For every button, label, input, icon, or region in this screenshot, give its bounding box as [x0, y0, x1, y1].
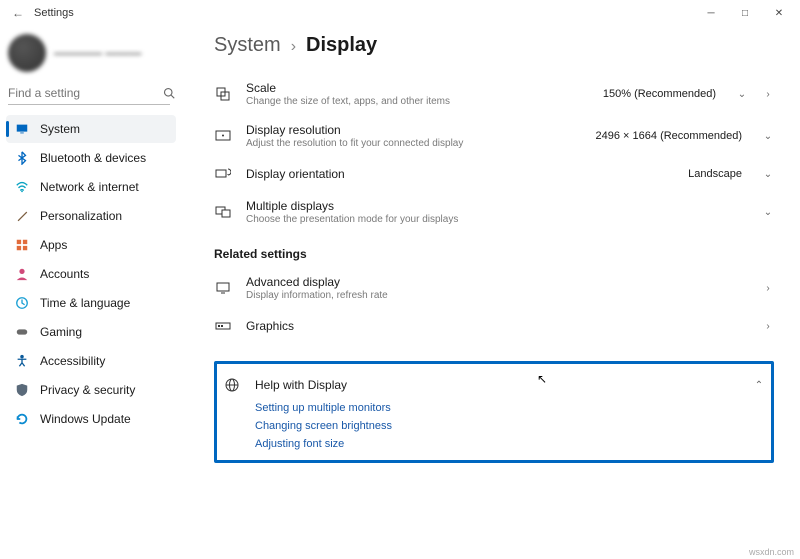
minimize-button[interactable]: ─ [694, 0, 728, 26]
chevron-down-icon[interactable]: ⌄ [736, 89, 748, 100]
monitor-icon [214, 279, 232, 297]
shield-icon [14, 382, 30, 398]
multi-title: Multiple displays [246, 199, 748, 213]
chevron-right-icon[interactable]: › [762, 89, 774, 100]
orientation-value: Landscape [688, 168, 742, 180]
chevron-right-icon[interactable]: › [762, 321, 774, 332]
profile-block[interactable]: ———— ——— [6, 30, 176, 80]
row-multiple-displays[interactable]: Multiple displays Choose the presentatio… [214, 191, 774, 233]
profile-name: ———— ——— [54, 46, 141, 60]
graphics-title: Graphics [246, 319, 748, 333]
wifi-icon [14, 179, 30, 195]
watermark: wsxdn.com [749, 547, 794, 557]
clock-icon [14, 295, 30, 311]
display-icon [14, 121, 30, 137]
search-input-wrapper[interactable] [8, 84, 170, 105]
related-settings-header: Related settings [214, 247, 774, 261]
avatar [8, 34, 46, 72]
chevron-down-icon[interactable]: ⌄ [762, 169, 774, 180]
back-button[interactable]: ← [10, 6, 26, 20]
breadcrumb-current: Display [306, 34, 377, 57]
resolution-sub: Adjust the resolution to fit your connec… [246, 138, 582, 149]
help-link-multiple-monitors[interactable]: Setting up multiple monitors [255, 402, 765, 414]
sidebar-item-label: Personalization [40, 209, 122, 223]
advdisp-title: Advanced display [246, 275, 748, 289]
sidebar-item-personalization[interactable]: Personalization [6, 202, 176, 230]
help-with-display-box: Help with Display ⌃ ↖ Setting up multipl… [214, 361, 774, 463]
row-scale[interactable]: Scale Change the size of text, apps, and… [214, 73, 774, 115]
scale-icon [214, 85, 232, 103]
sidebar-item-label: Gaming [40, 325, 82, 339]
multi-sub: Choose the presentation mode for your di… [246, 214, 748, 225]
cursor-icon: ↖ [537, 372, 547, 386]
search-icon [163, 87, 175, 99]
person-icon [14, 266, 30, 282]
sidebar-item-label: Apps [40, 238, 67, 252]
sidebar-item-accessibility[interactable]: Accessibility [6, 347, 176, 375]
chevron-down-icon[interactable]: ⌄ [762, 131, 774, 142]
update-icon [14, 411, 30, 427]
sidebar-item-privacy-security[interactable]: Privacy & security [6, 376, 176, 404]
chevron-up-icon[interactable]: ⌃ [753, 380, 765, 391]
sidebar-item-label: Time & language [40, 296, 130, 310]
orientation-icon [214, 165, 232, 183]
help-link-font-size[interactable]: Adjusting font size [255, 438, 765, 450]
sidebar-item-gaming[interactable]: Gaming [6, 318, 176, 346]
help-link-brightness[interactable]: Changing screen brightness [255, 420, 765, 432]
accessibility-icon [14, 353, 30, 369]
row-help[interactable]: Help with Display ⌃ ↖ [223, 370, 765, 396]
bluetooth-icon [14, 150, 30, 166]
resolution-title: Display resolution [246, 123, 582, 137]
window-title: Settings [34, 7, 74, 19]
sidebar-item-windows-update[interactable]: Windows Update [6, 405, 176, 433]
globe-icon [223, 376, 241, 394]
maximize-button[interactable]: □ [728, 0, 762, 26]
search-input[interactable] [8, 86, 163, 100]
row-graphics[interactable]: Graphics › [214, 309, 774, 343]
chevron-down-icon[interactable]: ⌄ [762, 207, 774, 218]
help-title: Help with Display [255, 378, 739, 392]
sidebar-item-bluetooth-devices[interactable]: Bluetooth & devices [6, 144, 176, 172]
sidebar-item-label: Privacy & security [40, 383, 135, 397]
resolution-icon [214, 127, 232, 145]
main-content: System › Display Scale Change the size o… [180, 26, 800, 559]
sidebar-item-time-language[interactable]: Time & language [6, 289, 176, 317]
breadcrumb: System › Display [214, 34, 774, 57]
sidebar-item-apps[interactable]: Apps [6, 231, 176, 259]
scale-sub: Change the size of text, apps, and other… [246, 96, 589, 107]
resolution-value: 2496 × 1664 (Recommended) [596, 130, 742, 142]
sidebar-item-label: Network & internet [40, 180, 139, 194]
sidebar-item-network-internet[interactable]: Network & internet [6, 173, 176, 201]
sidebar-item-label: Accounts [40, 267, 89, 281]
sidebar-item-label: Windows Update [40, 412, 131, 426]
sidebar-item-label: Bluetooth & devices [40, 151, 146, 165]
apps-icon [14, 237, 30, 253]
sidebar-item-label: System [40, 122, 80, 136]
advdisp-sub: Display information, refresh rate [246, 290, 748, 301]
row-advanced-display[interactable]: Advanced display Display information, re… [214, 267, 774, 309]
row-orientation[interactable]: Display orientation Landscape ⌄ [214, 157, 774, 191]
scale-value: 150% (Recommended) [603, 88, 716, 100]
breadcrumb-parent[interactable]: System [214, 34, 281, 57]
breadcrumb-sep: › [291, 38, 296, 56]
brush-icon [14, 208, 30, 224]
gamepad-icon [14, 324, 30, 340]
row-resolution[interactable]: Display resolution Adjust the resolution… [214, 115, 774, 157]
sidebar-item-label: Accessibility [40, 354, 105, 368]
sidebar-item-system[interactable]: System [6, 115, 176, 143]
scale-title: Scale [246, 81, 589, 95]
close-button[interactable]: ✕ [762, 0, 796, 26]
chevron-right-icon[interactable]: › [762, 283, 774, 294]
orientation-title: Display orientation [246, 167, 674, 181]
graphics-icon [214, 317, 232, 335]
multi-display-icon [214, 203, 232, 221]
sidebar-item-accounts[interactable]: Accounts [6, 260, 176, 288]
sidebar: ———— ——— System Bluetooth & devices Networ… [0, 26, 180, 559]
